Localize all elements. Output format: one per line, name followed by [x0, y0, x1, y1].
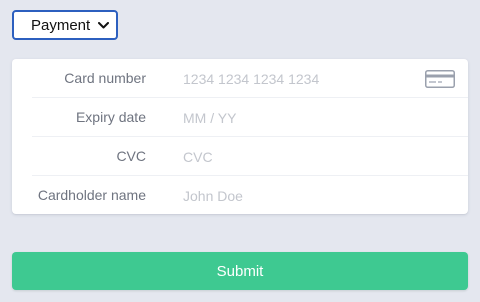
payment-select-value: Payment	[31, 16, 91, 34]
chevron-down-icon	[97, 20, 109, 30]
payment-select[interactable]: Payment	[12, 10, 118, 40]
cvc-input[interactable]	[183, 137, 423, 176]
cardholder-name-label: Cardholder name	[37, 187, 146, 203]
cvc-label: CVC	[116, 148, 146, 164]
submit-button[interactable]: Submit	[12, 252, 468, 290]
credit-card-icon	[425, 70, 455, 88]
card-form: Card number Expiry date CVC Cardholder n…	[12, 59, 468, 215]
card-number-row: Card number	[12, 59, 468, 98]
expiry-date-label: Expiry date	[75, 109, 146, 125]
cardholder-name-input[interactable]	[183, 176, 423, 215]
card-number-input[interactable]	[183, 59, 423, 98]
cvc-row: CVC	[12, 137, 468, 176]
card-number-label: Card number	[64, 70, 146, 86]
cardholder-name-row: Cardholder name	[12, 176, 468, 215]
expiry-date-row: Expiry date	[12, 98, 468, 137]
expiry-date-input[interactable]	[183, 98, 423, 137]
